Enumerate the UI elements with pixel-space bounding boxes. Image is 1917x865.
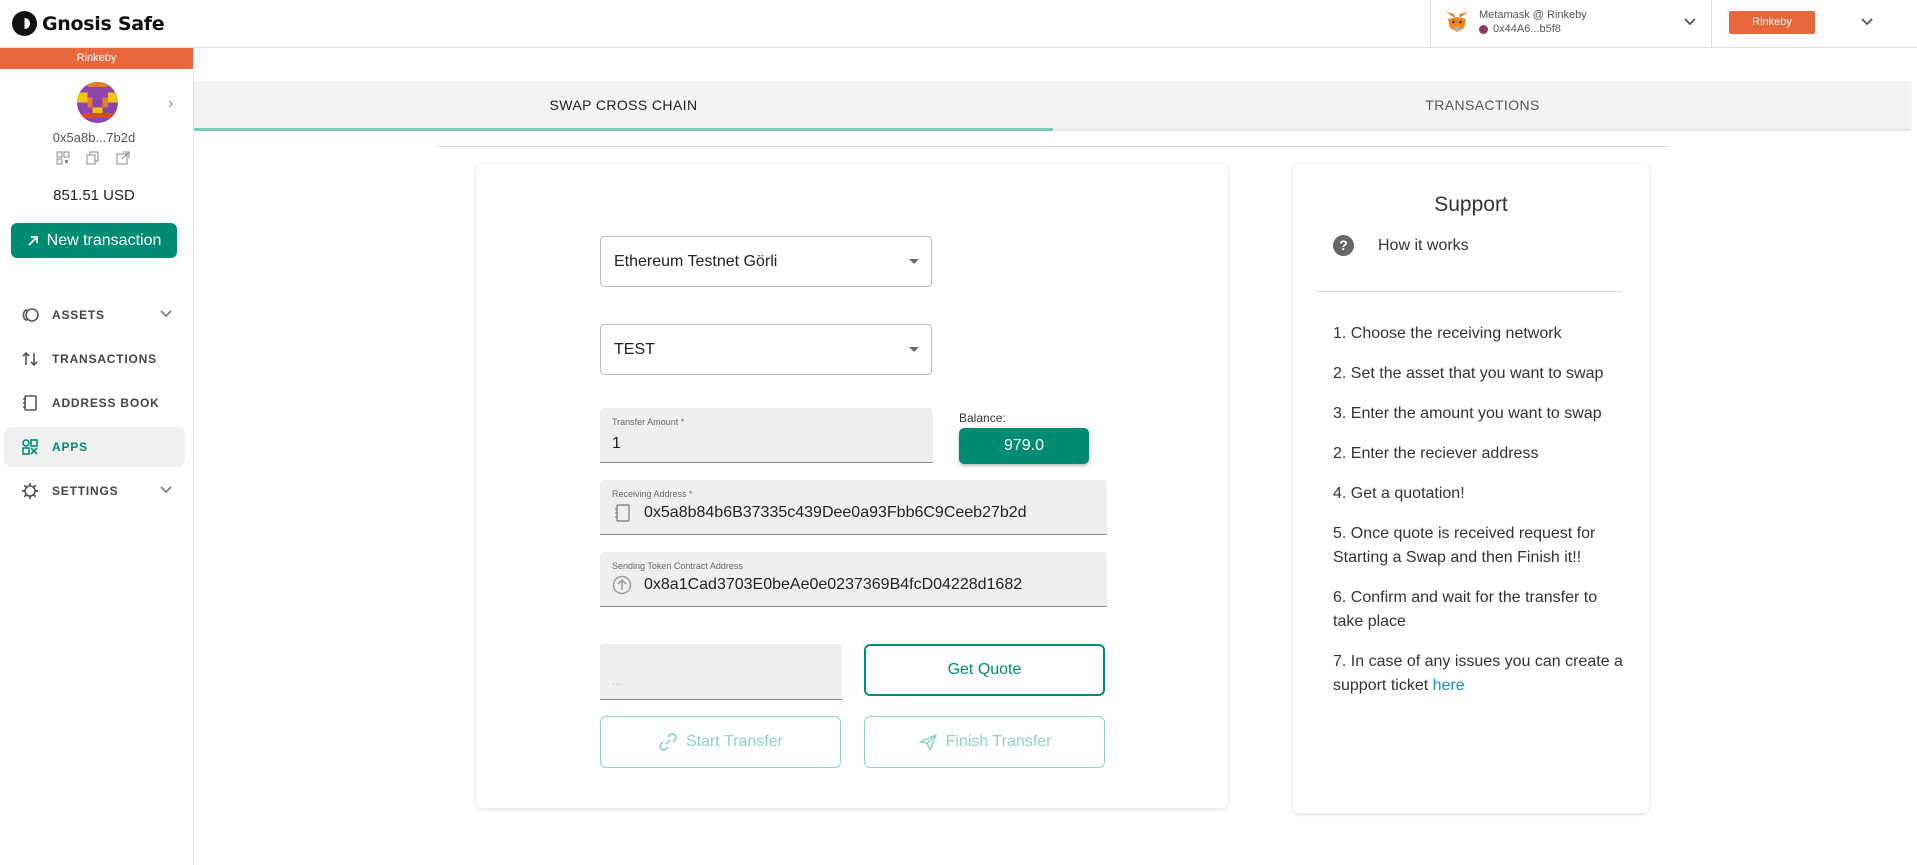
sidebar: Rinkeby › 0x5a8b...7b2d 851.51 USD New t… <box>0 48 194 865</box>
quote-value: ... <box>612 674 623 688</box>
how-it-works-label: How it works <box>1378 236 1469 254</box>
transfer-amount-label: Transfer Amount * <box>612 417 685 427</box>
wallet-address: 0x44A6...b5f8 <box>1493 23 1561 35</box>
gnosis-logo[interactable]: Gnosis Safe <box>12 11 165 36</box>
sidebar-item-label: SETTINGS <box>52 484 119 498</box>
apps-icon <box>22 439 38 455</box>
settings-icon <box>22 483 38 499</box>
sidebar-item-transactions[interactable]: TRANSACTIONS <box>4 339 185 379</box>
support-step: 5. Once quote is received request for St… <box>1333 525 1596 566</box>
network-strip: Rinkeby <box>0 48 193 69</box>
support-step: 2. Enter the reciever address <box>1333 445 1539 462</box>
get-quote-label: Get Quote <box>947 661 1022 678</box>
finish-transfer-button[interactable]: Finish Transfer <box>864 716 1105 768</box>
help-icon: ? <box>1333 235 1354 256</box>
top-bar: Gnosis Safe Metamask @ Rinkeby 0x44A6...… <box>0 0 1917 48</box>
dropdown-caret-icon <box>909 259 919 264</box>
get-quote-button[interactable]: Get Quote <box>864 644 1105 696</box>
support-ticket-link[interactable]: here <box>1433 677 1465 694</box>
chevron-down-icon[interactable] <box>159 483 173 497</box>
support-step: 6. Confirm and wait for the transfer to … <box>1333 589 1598 630</box>
divider <box>437 146 1669 147</box>
tab-transactions[interactable]: TRANSACTIONS <box>1053 81 1912 130</box>
network-badge: Rinkeby <box>1729 11 1815 34</box>
assets-icon <box>22 308 39 322</box>
new-transaction-label: New transaction <box>46 231 162 249</box>
support-step: 4. Get a quotation! <box>1333 485 1465 502</box>
wallet-identicon <box>1479 24 1488 34</box>
balance-badge: 979.0 <box>959 428 1089 464</box>
new-transaction-button[interactable]: New transaction <box>11 223 177 258</box>
sending-token-value: 0x8a1Cad3703E0beAe0e0237369B4fcD04228d16… <box>644 576 1023 593</box>
sidebar-item-label: APPS <box>52 440 88 454</box>
app-name: Gnosis Safe <box>42 12 165 35</box>
how-it-works-row[interactable]: ? How it works <box>1333 235 1469 256</box>
support-step: 1. Choose the receiving network <box>1333 325 1562 342</box>
token-select[interactable]: TEST <box>600 324 932 375</box>
start-transfer-label: Start Transfer <box>686 733 783 750</box>
network-select-value: Ethereum Testnet Görli <box>614 253 778 270</box>
main-content: SWAP CROSS CHAIN TRANSACTIONS Ethereum T… <box>194 48 1917 865</box>
token-select-value: TEST <box>614 341 655 358</box>
send-icon <box>918 734 937 751</box>
qr-code-icon[interactable] <box>56 151 70 165</box>
external-link-icon[interactable] <box>116 151 130 165</box>
sidebar-item-address-book[interactable]: ADDRESS BOOK <box>4 383 185 423</box>
safe-avatar <box>77 82 118 123</box>
sidebar-item-assets[interactable]: ASSETS <box>4 295 185 335</box>
network-select[interactable]: Ethereum Testnet Görli <box>600 236 932 287</box>
tab-swap-cross-chain[interactable]: SWAP CROSS CHAIN <box>194 81 1053 131</box>
support-step-last: 7. In case of any issues you can create … <box>1333 650 1623 698</box>
balance-label: Balance: <box>959 411 1006 425</box>
transfer-amount-value: 1 <box>612 435 621 452</box>
sidebar-item-apps[interactable]: APPS <box>4 427 185 467</box>
gnosis-logo-icon <box>12 11 37 36</box>
support-step-text: 7. In case of any issues you can create … <box>1333 653 1623 694</box>
sidebar-item-label: ASSETS <box>52 308 105 322</box>
support-step: 2. Set the asset that you want to swap <box>1333 365 1604 382</box>
swap-form-card: Ethereum Testnet Görli TEST Transfer Amo… <box>476 164 1228 808</box>
chevron-down-icon[interactable] <box>1860 15 1874 29</box>
copy-icon[interactable] <box>86 151 100 165</box>
receiving-address-label: Receiving Address * <box>612 489 693 499</box>
metamask-fox-icon <box>1446 12 1468 32</box>
transfer-amount-field[interactable]: Transfer Amount * 1 <box>600 408 933 463</box>
address-actions <box>56 151 130 165</box>
address-book-icon <box>23 395 37 411</box>
sidebar-nav: ASSETS TRANSACTIONS ADDRESS BOOK APPS SE… <box>0 295 193 515</box>
sidebar-item-label: TRANSACTIONS <box>52 352 157 366</box>
chevron-down-icon[interactable] <box>159 307 173 321</box>
transactions-icon <box>22 351 38 367</box>
safe-balance: 851.51 USD <box>53 187 135 204</box>
receiving-address-value: 0x5a8b84b6B37335c439Dee0a93Fbb6C9Ceeb27b… <box>644 504 1027 521</box>
sending-token-field[interactable]: Sending Token Contract Address 0x8a1Cad3… <box>600 552 1107 607</box>
finish-transfer-label: Finish Transfer <box>945 733 1052 750</box>
sending-token-label: Sending Token Contract Address <box>612 561 743 571</box>
sidebar-item-label: ADDRESS BOOK <box>52 396 160 410</box>
quote-field[interactable]: ... <box>600 644 842 700</box>
link-icon <box>659 733 677 751</box>
support-card: Support ? How it works 1. Choose the rec… <box>1293 164 1649 813</box>
chevron-down-icon[interactable] <box>1683 15 1697 29</box>
wallet-name: Metamask @ Rinkeby <box>1479 9 1587 21</box>
wallet-address-row: 0x44A6...b5f8 <box>1479 23 1561 35</box>
support-title: Support <box>1434 193 1508 216</box>
divider <box>1317 291 1622 292</box>
sidebar-item-settings[interactable]: SETTINGS <box>4 471 185 511</box>
chevron-right-icon[interactable]: › <box>168 95 173 113</box>
receiving-address-field[interactable]: Receiving Address * 0x5a8b84b6B37335c439… <box>600 480 1107 535</box>
wallet-info[interactable]: Metamask @ Rinkeby 0x44A6...b5f8 <box>1430 0 1712 48</box>
safe-address: 0x5a8b...7b2d <box>52 130 136 145</box>
start-transfer-button[interactable]: Start Transfer <box>600 716 841 768</box>
arrow-up-right-icon <box>28 235 38 246</box>
tab-bar: SWAP CROSS CHAIN TRANSACTIONS <box>194 81 1912 131</box>
support-steps: 1. Choose the receiving network 2. Set t… <box>1333 322 1623 714</box>
arrow-up-circle-icon <box>612 575 632 595</box>
support-step: 3. Enter the amount you want to swap <box>1333 405 1602 422</box>
dropdown-caret-icon <box>909 347 919 352</box>
address-book-icon[interactable] <box>612 503 632 523</box>
